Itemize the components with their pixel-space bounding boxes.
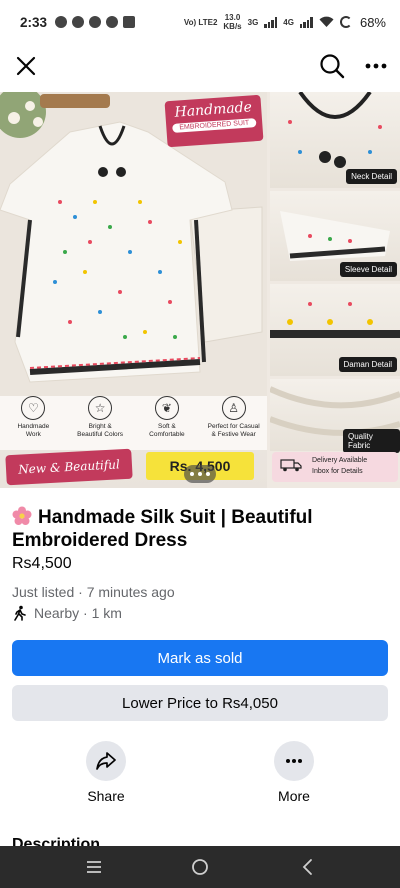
notification-icons	[55, 16, 136, 28]
feature-line: Perfect for Casual	[207, 423, 260, 430]
battery-percent: 68%	[359, 14, 386, 30]
thumb-label: Neck Detail	[346, 169, 397, 184]
signal-icon	[264, 16, 278, 28]
share-label: Share	[87, 788, 125, 804]
net-4g-label: 4G	[283, 17, 294, 27]
snapchat-icon	[72, 16, 85, 28]
lower-price-button[interactable]: Lower Price to Rs4,050	[12, 685, 388, 721]
thumb-neck: Neck Detail	[270, 92, 400, 188]
listing-price: Rs4,500	[12, 555, 72, 572]
top-app-bar	[0, 46, 400, 88]
network-speed: 13.0 KB/s	[223, 13, 242, 31]
flower-icon	[12, 506, 32, 525]
product-photo[interactable]: Handmade EMBROIDERED SUIT Neck Detail Sl…	[0, 92, 400, 488]
feature-item: ☆ Bright & Beautiful Colors	[67, 396, 134, 450]
wifi-icon	[319, 16, 334, 27]
feature-item: ♙ Perfect for Casual & Festive Wear	[200, 396, 267, 450]
listed-time: Just listed · 7 minutes ago	[12, 584, 175, 600]
close-icon[interactable]	[12, 52, 40, 80]
profile-icon	[123, 16, 136, 28]
feature-line: Work	[25, 431, 41, 438]
badge-subtitle: EMBROIDERED SUIT	[172, 118, 257, 133]
leaf-icon: ❦	[154, 396, 179, 420]
app-icon	[89, 16, 102, 28]
feature-item: ♡ Handmade Work	[0, 396, 67, 450]
more-icon[interactable]	[274, 741, 314, 781]
mark-as-sold-button[interactable]: Mark as sold	[12, 640, 388, 676]
back-icon[interactable]	[298, 857, 318, 877]
feature-line: Soft &	[158, 423, 176, 430]
system-nav-bar	[0, 846, 400, 888]
thumb-label: Quality Fabric	[343, 429, 400, 453]
feature-strip: ♡ Handmade Work ☆ Bright & Beautiful Col…	[0, 396, 267, 450]
listing-title-text: Handmade Silk Suit | Beautiful Embroider…	[12, 507, 313, 551]
carousel-indicator[interactable]	[184, 465, 216, 483]
facebook-icon	[106, 16, 119, 28]
heart-icon: ♡	[21, 396, 46, 420]
home-icon[interactable]	[190, 857, 210, 877]
thumb-label: Sleeve Detail	[339, 262, 397, 277]
signal-icon-2	[299, 16, 313, 28]
more-label: More	[278, 788, 310, 804]
truck-icon	[280, 459, 302, 472]
battery-icon	[339, 16, 352, 28]
search-icon[interactable]	[318, 52, 346, 80]
delivery-box: Delivery Available Inbox for Details	[272, 452, 398, 482]
delivery-line: Inbox for Details	[312, 468, 363, 475]
feature-line: Comfortable	[149, 431, 185, 438]
thumb-label: Daman Detail	[338, 357, 397, 372]
location-text: Nearby · 1 km	[34, 605, 122, 621]
network-label: Vo) LTE2	[183, 17, 218, 27]
detail-thumbs: Neck Detail Sleeve Detail Daman Detail	[270, 92, 400, 452]
status-right: Vo) LTE2 13.0 KB/s 3G 4G 68%	[184, 13, 386, 31]
handmade-badge: Handmade EMBROIDERED SUIT	[164, 94, 264, 148]
feature-item: ❦ Soft & Comfortable	[134, 396, 201, 450]
status-time: 2:33	[20, 14, 48, 30]
share-icon[interactable]	[86, 741, 126, 781]
net-3g-label: 3G	[247, 17, 259, 27]
more-action[interactable]: More	[254, 741, 334, 804]
delivery-line: Delivery Available	[312, 457, 368, 464]
status-bar: 2:33 Vo) LTE2 13.0 KB/s 3G 4G 68%	[0, 0, 400, 44]
listing-location: Nearby · 1 km	[12, 605, 122, 621]
more-icon[interactable]	[362, 52, 390, 80]
feature-line: Bright &	[88, 423, 112, 430]
walking-icon	[14, 605, 26, 621]
whatsapp-icon	[55, 16, 68, 28]
recents-icon[interactable]	[84, 857, 104, 877]
star-icon: ☆	[88, 396, 113, 420]
feature-line: & Festive Wear	[211, 431, 256, 438]
thumb-sleeve: Sleeve Detail	[270, 191, 400, 281]
thumb-daman: Daman Detail	[270, 284, 400, 376]
share-action[interactable]: Share	[66, 741, 146, 804]
feature-line: Handmade	[17, 423, 50, 430]
feature-line: Beautiful Colors	[77, 431, 124, 438]
listing-title: Handmade Silk Suit | Beautiful Embroider…	[12, 506, 388, 552]
dress-icon: ♙	[221, 396, 246, 420]
